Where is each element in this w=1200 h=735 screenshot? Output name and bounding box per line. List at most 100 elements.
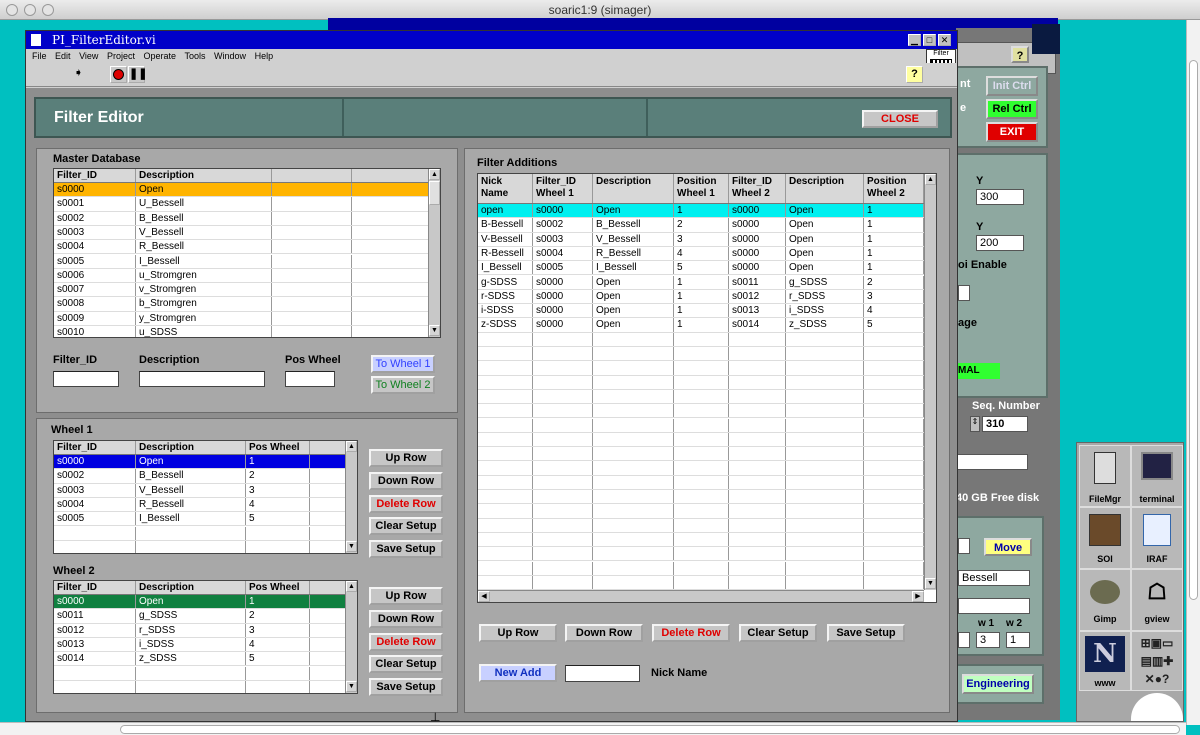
rel-ctrl-button[interactable]: Rel Ctrl xyxy=(986,99,1038,119)
wheel1-up-row-button[interactable]: Up Row xyxy=(369,449,443,467)
additions-table-row[interactable] xyxy=(478,404,924,419)
additions-table-row[interactable]: R-Bessell s0004 R_Bessell 4 s0000 Open 1 xyxy=(478,246,924,262)
wheel2-down-row-button[interactable]: Down Row xyxy=(369,610,443,628)
master-table-row[interactable]: s0009 y_Stromgren xyxy=(54,311,429,326)
wheel2-save-setup-button[interactable]: Save Setup xyxy=(369,678,443,696)
additions-save-setup-button[interactable]: Save Setup xyxy=(827,624,905,642)
wheel2-table[interactable]: Filter_ID Description Pos Wheel s0000 Ope… xyxy=(53,580,358,694)
additions-table-row[interactable] xyxy=(478,532,924,548)
additions-down-row-button[interactable]: Down Row xyxy=(565,624,643,642)
additions-table-row[interactable] xyxy=(478,575,924,591)
menu-help[interactable]: Help xyxy=(255,51,274,61)
scroll-thumb[interactable] xyxy=(429,181,440,205)
w2-field[interactable]: 1 xyxy=(1006,632,1030,648)
additions-table-row[interactable] xyxy=(478,447,924,462)
wheel2-table-row[interactable]: s0014 z_SDSS 5 xyxy=(54,652,346,667)
menu-operate[interactable]: Operate xyxy=(143,51,176,61)
to-wheel2-button[interactable]: To Wheel 2 xyxy=(371,376,435,394)
description-input[interactable] xyxy=(139,371,265,387)
zoom-dot-icon[interactable] xyxy=(42,4,54,16)
master-table-row[interactable]: s0004 R_Bessell xyxy=(54,240,429,255)
additions-table-row[interactable] xyxy=(478,475,924,490)
wheel1-scrollbar[interactable]: ▲ ▼ xyxy=(345,441,357,553)
nick-name-input[interactable] xyxy=(565,665,640,682)
additions-table-row[interactable] xyxy=(478,332,924,347)
master-table-row[interactable]: s0008 b_Stromgren xyxy=(54,297,429,312)
y2-field[interactable]: 200 xyxy=(976,235,1024,251)
menu-project[interactable]: Project xyxy=(107,51,135,61)
wheel2-table-row[interactable]: s0011 g_SDSS 2 xyxy=(54,609,346,624)
window-maximize-button[interactable]: □ xyxy=(923,34,936,46)
master-table-row[interactable]: s0000 Open xyxy=(54,183,429,198)
scroll-up-icon[interactable]: ▲ xyxy=(429,169,440,180)
wheel1-table-row[interactable]: s0000 Open 1 xyxy=(54,455,346,470)
master-table-row[interactable]: s0001 U_Bessell xyxy=(54,197,429,212)
additions-table-row[interactable] xyxy=(478,490,924,505)
dock-terminal[interactable]: terminal xyxy=(1131,445,1183,507)
close-button[interactable]: CLOSE xyxy=(862,110,938,128)
wheel1-table[interactable]: Filter_ID Description Pos Wheel s0000 Ope… xyxy=(53,440,358,554)
wheel1-down-row-button[interactable]: Down Row xyxy=(369,472,443,490)
wheel2-table-row[interactable]: s0000 Open 1 xyxy=(54,595,346,610)
additions-table-row[interactable]: g-SDSS s0000 Open 1 s0011 g_SDSS 2 xyxy=(478,275,924,290)
mac-vscroll-thumb[interactable] xyxy=(1189,60,1198,600)
mac-vertical-scrollbar[interactable] xyxy=(1186,20,1200,725)
w1-field[interactable]: 3 xyxy=(976,632,1000,648)
menu-view[interactable]: View xyxy=(79,51,98,61)
menu-tools[interactable]: Tools xyxy=(185,51,206,61)
abort-icon[interactable] xyxy=(110,66,127,83)
additions-table-row[interactable] xyxy=(478,518,924,533)
w0-field[interactable] xyxy=(958,632,970,648)
run-arrow-icon[interactable]: ➧ xyxy=(70,66,87,83)
additions-table-row[interactable] xyxy=(478,432,924,448)
to-wheel1-button[interactable]: To Wheel 1 xyxy=(371,355,435,373)
additions-table[interactable]: Nick Name Filter_ID Wheel 1 Description … xyxy=(477,173,937,603)
move-field[interactable] xyxy=(958,538,970,554)
additions-table-row[interactable] xyxy=(478,561,924,576)
minimize-dot-icon[interactable] xyxy=(24,4,36,16)
master-table-row[interactable]: s0010 u_SDSS xyxy=(54,326,429,337)
additions-vscrollbar[interactable]: ▲ ▼ xyxy=(924,174,936,590)
scroll-up-icon[interactable]: ▲ xyxy=(346,581,357,592)
dock-gimp[interactable]: Gimp xyxy=(1079,569,1131,631)
scroll-up-icon[interactable]: ▲ xyxy=(925,174,936,185)
dock-tools-grid[interactable]: ⊞▣▭ ▤▥✚ ✕●? xyxy=(1131,631,1183,691)
wheel1-delete-row-button[interactable]: Delete Row xyxy=(369,495,443,513)
move-button[interactable]: Move xyxy=(984,538,1032,556)
additions-table-row[interactable]: I_Bessell s0005 I_Bessell 5 s0000 Open 1 xyxy=(478,261,924,276)
scroll-up-icon[interactable]: ▲ xyxy=(346,441,357,452)
additions-table-row[interactable] xyxy=(478,361,924,376)
help-icon[interactable]: ? xyxy=(906,66,923,83)
mac-hscroll-thumb[interactable] xyxy=(120,725,1180,734)
bg-text-field[interactable] xyxy=(956,454,1028,470)
dock-www[interactable]: N www xyxy=(1079,631,1131,691)
wheel2-table-row[interactable]: s0013 i_SDSS 4 xyxy=(54,637,346,653)
scroll-down-icon[interactable]: ▼ xyxy=(346,681,357,692)
scroll-left-icon[interactable]: ◀ xyxy=(478,591,490,602)
pause-icon[interactable]: ❚❚ xyxy=(128,66,147,83)
menu-edit[interactable]: Edit xyxy=(55,51,71,61)
additions-clear-setup-button[interactable]: Clear Setup xyxy=(739,624,817,642)
master-table-row[interactable]: s0007 v_Stromgren xyxy=(54,283,429,298)
wheel2-table-row[interactable] xyxy=(54,666,346,681)
wheel1-save-setup-button[interactable]: Save Setup xyxy=(369,540,443,558)
scroll-down-icon[interactable]: ▼ xyxy=(925,578,936,589)
additions-table-row[interactable]: r-SDSS s0000 Open 1 s0012 r_SDSS 3 xyxy=(478,289,924,305)
additions-table-row[interactable]: B-Bessell s0002 B_Bessell 2 s0000 Open 1 xyxy=(478,218,924,233)
engineering-button[interactable]: Engineering xyxy=(962,674,1034,694)
master-table-row[interactable]: s0006 u_Stromgren xyxy=(54,268,429,284)
dock-gview[interactable]: ☖ gview xyxy=(1131,569,1183,631)
menu-window[interactable]: Window xyxy=(214,51,246,61)
wheel2-up-row-button[interactable]: Up Row xyxy=(369,587,443,605)
bg-empty-field[interactable] xyxy=(958,598,1030,614)
wheel2-clear-setup-button[interactable]: Clear Setup xyxy=(369,655,443,673)
bg-help-icon[interactable]: ? xyxy=(1011,46,1029,63)
wheel1-table-row[interactable]: s0002 B_Bessell 2 xyxy=(54,469,346,484)
wheel1-table-row[interactable]: s0004 R_Bessell 4 xyxy=(54,497,346,513)
init-ctrl-button[interactable]: Init Ctrl xyxy=(986,76,1038,96)
seq-stepper-icon[interactable]: ⇕ xyxy=(970,416,980,432)
additions-table-row[interactable]: V-Bessell s0003 V_Bessell 3 s0000 Open 1 xyxy=(478,232,924,247)
pos-wheel-input[interactable] xyxy=(285,371,335,387)
additions-table-row[interactable] xyxy=(478,418,924,433)
wheel2-delete-row-button[interactable]: Delete Row xyxy=(369,633,443,651)
